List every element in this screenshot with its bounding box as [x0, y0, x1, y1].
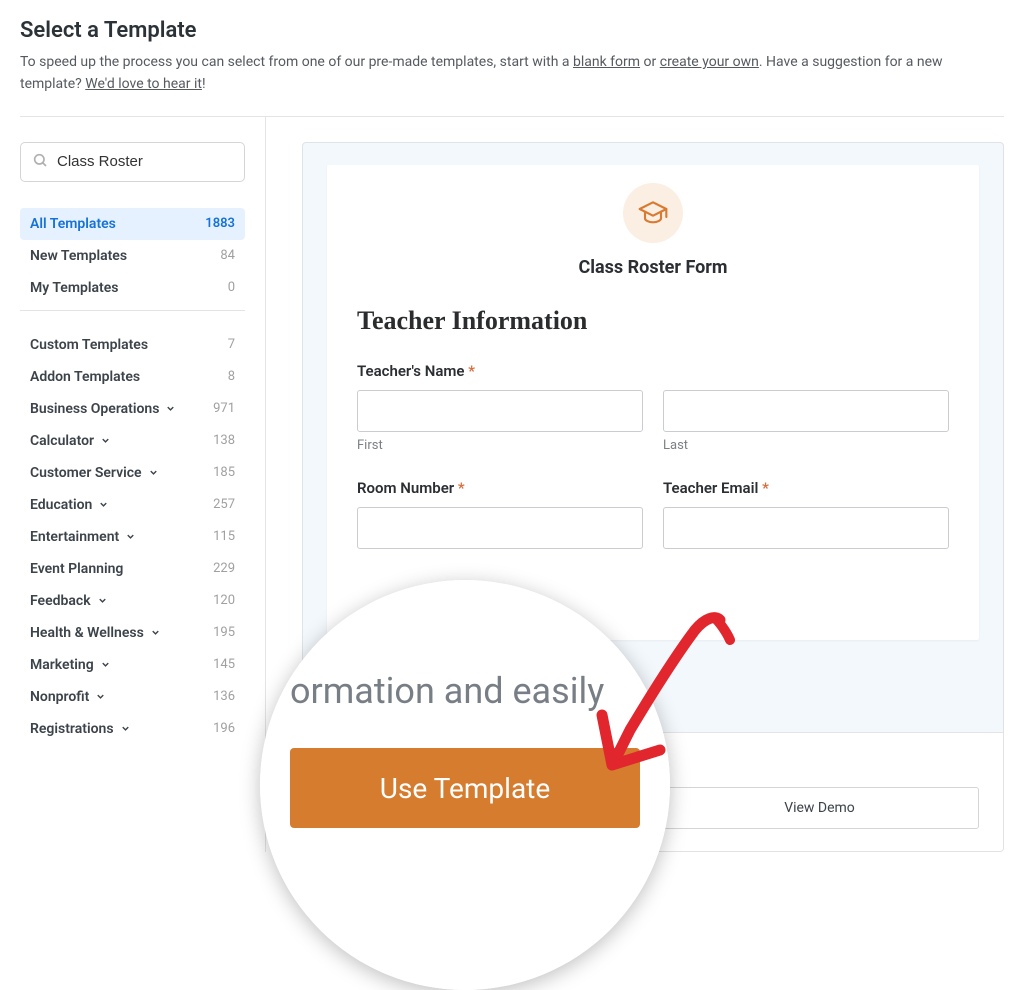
- chevron-down-icon: [150, 627, 161, 638]
- sidebar-item-nonprofit[interactable]: Nonprofit 136: [20, 681, 245, 713]
- sidebar-item-label: Health & Wellness: [30, 625, 161, 641]
- sidebar-item-label: Entertainment: [30, 529, 136, 545]
- sidebar-item-label: Marketing: [30, 657, 111, 673]
- sidebar-item-label: All Templates: [30, 216, 116, 232]
- sidebar-item-count: 229: [213, 561, 235, 576]
- chevron-down-icon: [148, 467, 159, 478]
- sidebar-item-label: Custom Templates: [30, 337, 148, 353]
- sidebar-item-customer-service[interactable]: Customer Service 185: [20, 457, 245, 489]
- sidebar-item-count: 136: [213, 689, 235, 704]
- sidebar-primary-group: All Templates 1883 New Templates 84 My Templ…: [20, 208, 245, 311]
- sidebar-item-count: 185: [213, 465, 235, 480]
- form-preview-card: Class Roster Form Teacher Information Te…: [327, 165, 979, 640]
- sidebar-item-label: Addon Templates: [30, 369, 140, 385]
- chevron-down-icon: [125, 531, 136, 542]
- sidebar-categories-group: Custom Templates 7 Addon Templates 8 Busines…: [20, 329, 245, 751]
- field-teacher-email: Teacher Email *: [663, 479, 949, 549]
- sidebar-item-count: 195: [213, 625, 235, 640]
- sidebar: All Templates 1883 New Templates 84 My Templ…: [20, 117, 266, 852]
- sidebar-item-custom-templates[interactable]: Custom Templates 7: [20, 329, 245, 361]
- chevron-down-icon: [165, 403, 176, 414]
- zoom-use-template-button: Use Template: [290, 748, 640, 828]
- sidebar-item-count: 8: [228, 369, 235, 384]
- input-room-number[interactable]: [357, 507, 643, 549]
- sidebar-item-feedback[interactable]: Feedback 120: [20, 585, 245, 617]
- sidebar-item-label: Business Operations: [30, 401, 176, 417]
- sublabel-last: Last: [663, 438, 949, 453]
- sidebar-item-count: 145: [213, 657, 235, 672]
- input-first-name[interactable]: [357, 390, 643, 432]
- chevron-down-icon: [98, 499, 109, 510]
- sidebar-item-addon-templates[interactable]: Addon Templates 8: [20, 361, 245, 393]
- sidebar-item-label: Event Planning: [30, 561, 123, 577]
- field-room-number: Room Number *: [357, 479, 643, 549]
- sidebar-item-label: Nonprofit: [30, 689, 106, 705]
- zoom-text-fragment: ormation and easily: [290, 670, 640, 712]
- chevron-down-icon: [120, 723, 131, 734]
- sidebar-item-business-operations[interactable]: Business Operations 971: [20, 393, 245, 425]
- form-section-title: Teacher Information: [357, 306, 949, 336]
- link-blank-form[interactable]: blank form: [573, 54, 640, 70]
- sidebar-item-count: 115: [213, 529, 235, 544]
- sidebar-item-label: Education: [30, 497, 109, 513]
- sidebar-item-registrations[interactable]: Registrations 196: [20, 713, 245, 745]
- search-icon: [32, 152, 48, 172]
- input-last-name[interactable]: [663, 390, 949, 432]
- sidebar-item-label: New Templates: [30, 248, 127, 264]
- field-teacher-name: Teacher's Name * First Last: [357, 362, 949, 453]
- sidebar-item-calculator[interactable]: Calculator 138: [20, 425, 245, 457]
- chevron-down-icon: [97, 595, 108, 606]
- form-title: Class Roster Form: [357, 257, 949, 278]
- page-title: Select a Template: [20, 18, 1004, 43]
- sidebar-item-label: Feedback: [30, 593, 108, 609]
- chevron-down-icon: [100, 435, 111, 446]
- sidebar-item-count: 7: [228, 337, 235, 352]
- link-create-own[interactable]: create your own: [660, 54, 759, 70]
- sidebar-item-count: 0: [228, 280, 235, 295]
- page-intro: To speed up the process you can select f…: [20, 51, 1004, 96]
- sidebar-item-label: Customer Service: [30, 465, 159, 481]
- sidebar-item-count: 196: [213, 721, 235, 736]
- sidebar-item-label: Registrations: [30, 721, 131, 737]
- search-wrapper: [20, 142, 245, 182]
- magnifier-annotation: ormation and easily Use Template: [260, 580, 670, 990]
- sidebar-item-event-planning[interactable]: Event Planning 229: [20, 553, 245, 585]
- chevron-down-icon: [95, 691, 106, 702]
- sidebar-item-my-templates[interactable]: My Templates 0: [20, 272, 245, 304]
- graduation-cap-icon: [623, 183, 683, 243]
- sidebar-item-count: 84: [220, 248, 235, 263]
- sublabel-first: First: [357, 438, 643, 453]
- sidebar-item-marketing[interactable]: Marketing 145: [20, 649, 245, 681]
- sidebar-item-count: 257: [213, 497, 235, 512]
- view-demo-button[interactable]: View Demo: [660, 787, 979, 829]
- input-teacher-email[interactable]: [663, 507, 949, 549]
- sidebar-item-education[interactable]: Education 257: [20, 489, 245, 521]
- sidebar-item-count: 138: [213, 433, 235, 448]
- sidebar-item-label: My Templates: [30, 280, 118, 296]
- search-input[interactable]: [20, 142, 245, 182]
- sidebar-item-count: 971: [213, 401, 235, 416]
- chevron-down-icon: [100, 659, 111, 670]
- sidebar-item-new-templates[interactable]: New Templates 84: [20, 240, 245, 272]
- sidebar-item-count: 120: [213, 593, 235, 608]
- sidebar-item-entertainment[interactable]: Entertainment 115: [20, 521, 245, 553]
- sidebar-item-count: 1883: [205, 216, 235, 231]
- sidebar-item-label: Calculator: [30, 433, 111, 449]
- link-feedback[interactable]: We'd love to hear it: [85, 76, 202, 92]
- page-header: Select a Template To speed up the proces…: [20, 18, 1004, 96]
- sidebar-item-health-wellness[interactable]: Health & Wellness 195: [20, 617, 245, 649]
- sidebar-item-all-templates[interactable]: All Templates 1883: [20, 208, 245, 240]
